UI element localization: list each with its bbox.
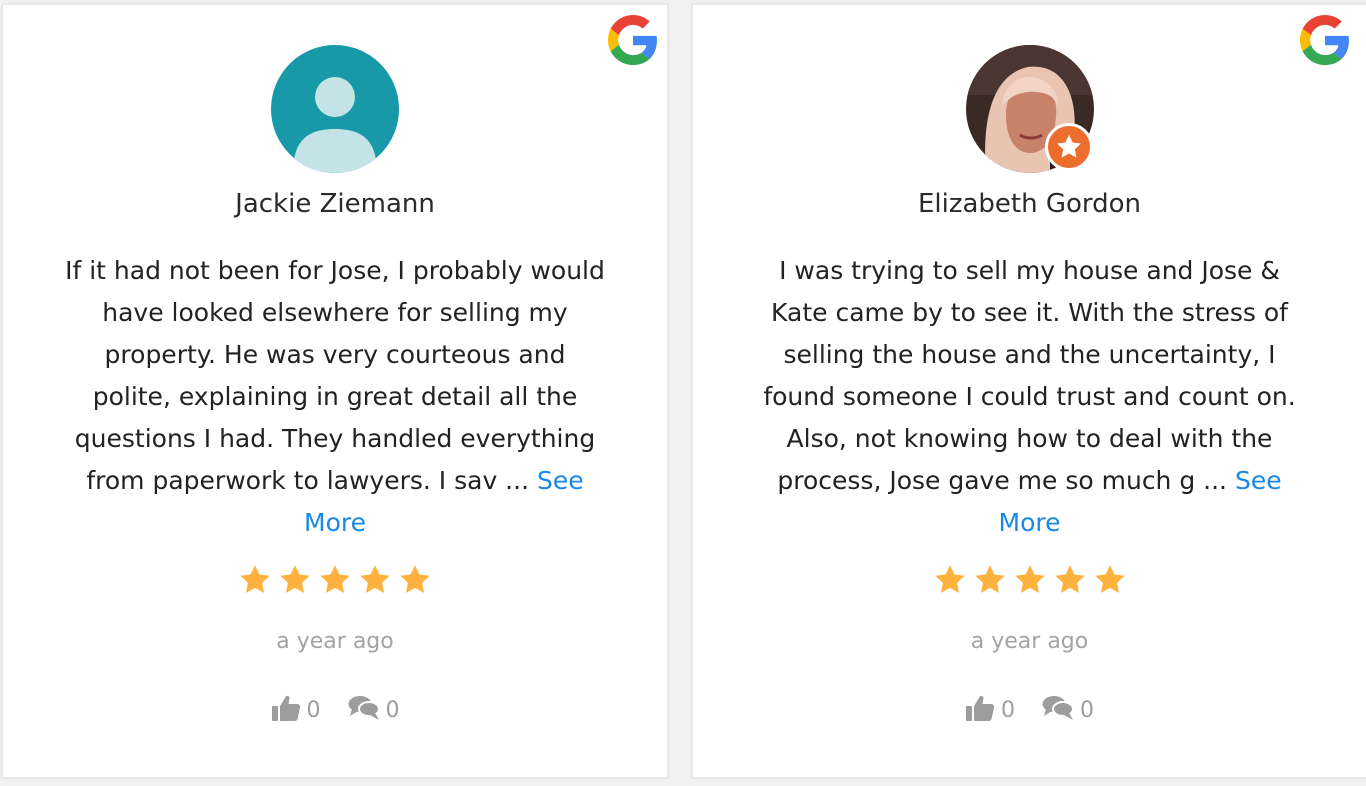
star-icon xyxy=(240,565,270,593)
review-card: Elizabeth Gordon I was trying to sell my… xyxy=(692,4,1366,778)
star-icon xyxy=(360,565,390,593)
comment-count: 0 xyxy=(385,698,400,723)
star-icon xyxy=(934,565,965,593)
like-button[interactable]: 0 xyxy=(271,693,321,729)
star-icon xyxy=(320,565,350,593)
like-count: 0 xyxy=(306,698,321,723)
star-icon xyxy=(1094,565,1125,593)
review-text: If it had not been for Jose, I probably … xyxy=(63,250,607,544)
star-rating xyxy=(693,563,1366,597)
comments-icon xyxy=(348,696,380,720)
star-icon xyxy=(974,565,1005,593)
review-time: a year ago xyxy=(970,629,1089,654)
default-user-icon xyxy=(271,45,399,173)
star-icon xyxy=(280,565,310,593)
reviewer-name: Jackie Ziemann xyxy=(235,189,435,219)
review-text-body: If it had not been for Jose, I probably … xyxy=(65,256,605,495)
like-count: 0 xyxy=(1001,698,1015,723)
star-icon xyxy=(1014,565,1045,593)
google-icon[interactable] xyxy=(608,15,658,65)
comment-button[interactable]: 0 xyxy=(1042,693,1094,729)
review-text-body: I was trying to sell my house and Jose &… xyxy=(763,256,1296,495)
star-icon xyxy=(400,565,430,593)
comment-count: 0 xyxy=(1080,698,1094,723)
thumbs-up-icon xyxy=(966,695,995,721)
comment-button[interactable]: 0 xyxy=(348,693,400,729)
review-card: Jackie Ziemann If it had not been for Jo… xyxy=(2,4,668,778)
thumbs-up-icon xyxy=(271,695,300,721)
review-time: a year ago xyxy=(276,629,394,654)
google-icon[interactable] xyxy=(1300,15,1350,65)
review-text: I was trying to sell my house and Jose &… xyxy=(753,250,1306,544)
star-icon xyxy=(1054,565,1085,593)
comments-icon xyxy=(1042,696,1074,720)
star-rating xyxy=(3,563,667,597)
review-actions: 0 0 xyxy=(693,693,1366,729)
like-button[interactable]: 0 xyxy=(965,693,1015,729)
local-guide-badge-icon xyxy=(1044,123,1093,171)
review-actions: 0 0 xyxy=(3,693,667,729)
reviewer-name: Elizabeth Gordon xyxy=(917,189,1142,219)
